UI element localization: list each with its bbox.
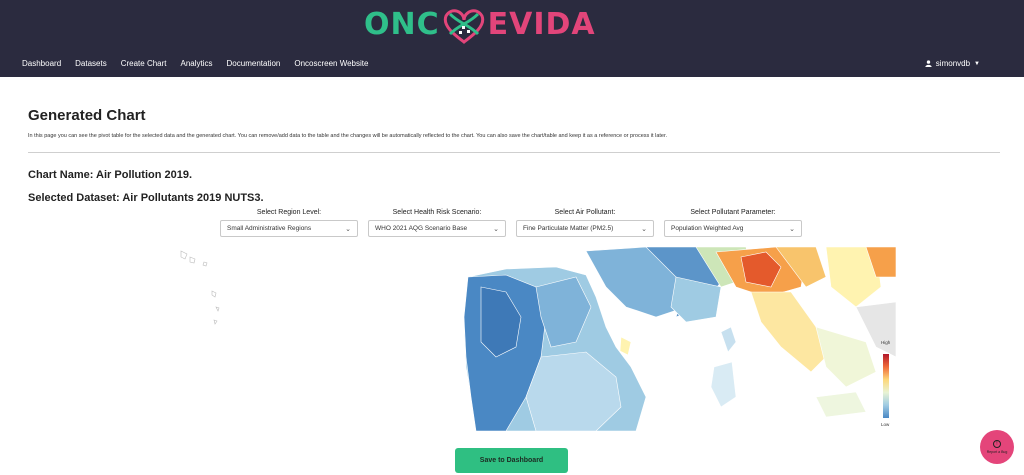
- report-bug-label: Report a Bug: [986, 450, 1008, 454]
- air-pollutant-label: Select Air Pollutant:: [554, 209, 616, 216]
- island-outline: [211, 290, 217, 298]
- island-outline: [215, 306, 220, 312]
- region-sardinia: [710, 361, 737, 408]
- region-central-italy: [750, 291, 827, 373]
- region-corsica: [720, 326, 737, 353]
- air-pollutant-select[interactable]: Fine Particulate Matter (PM2.5) ⌄: [516, 220, 654, 237]
- heart-dna-icon: [443, 9, 484, 44]
- caret-down-icon: ▼: [974, 60, 980, 67]
- region-south-italy: [815, 326, 877, 388]
- region-level-value: Small Administrative Regions: [227, 225, 312, 232]
- health-risk-selector: Select Health Risk Scenario: WHO 2021 AQ…: [368, 209, 506, 237]
- island-outline: [189, 256, 196, 264]
- nav-analytics[interactable]: Analytics: [181, 59, 213, 68]
- pollutant-parameter-label: Select Pollutant Parameter:: [690, 209, 776, 216]
- chevron-down-icon: ⌄: [641, 225, 647, 233]
- chevron-down-icon: ⌄: [345, 225, 351, 233]
- island-outline: [213, 319, 218, 325]
- brand-logo[interactable]: ONC EVIDA: [364, 2, 596, 46]
- health-risk-value: WHO 2021 AQG Scenario Base: [375, 225, 468, 232]
- page-title: Generated Chart: [28, 107, 146, 124]
- page-description: In this page you can see the pivot table…: [28, 133, 668, 139]
- pollutant-parameter-selector: Select Pollutant Parameter: Population W…: [664, 209, 802, 237]
- user-icon: [925, 60, 932, 67]
- user-menu[interactable]: simonvdb ▼: [925, 59, 980, 68]
- nav-oncoscreen-website[interactable]: Oncoscreen Website: [294, 59, 368, 68]
- nav-create-chart[interactable]: Create Chart: [121, 59, 167, 68]
- nav-datasets[interactable]: Datasets: [75, 59, 107, 68]
- top-navbar: ONC EVIDA Dashboard Datasets Create Char…: [0, 0, 1024, 77]
- region-level-select[interactable]: Small Administrative Regions ⌄: [220, 220, 358, 237]
- legend-high-label: High: [881, 340, 891, 345]
- health-risk-label: Select Health Risk Scenario:: [392, 209, 482, 216]
- pollutant-parameter-value: Population Weighted Avg: [671, 225, 744, 232]
- report-bug-button[interactable]: ! Report a Bug: [980, 430, 1014, 464]
- divider: [28, 152, 1000, 153]
- nav-dashboard[interactable]: Dashboard: [22, 59, 61, 68]
- region-sicily: [815, 391, 867, 418]
- nav-documentation[interactable]: Documentation: [227, 59, 281, 68]
- save-to-dashboard-button[interactable]: Save to Dashboard: [455, 448, 568, 473]
- region-level-label: Select Region Level:: [256, 209, 322, 216]
- brand-left-text: ONC: [364, 6, 440, 42]
- selected-dataset: Selected Dataset: Air Pollutants 2019 NU…: [28, 192, 264, 204]
- color-scale-legend: [882, 353, 890, 419]
- health-risk-select[interactable]: WHO 2021 AQG Scenario Base ⌄: [368, 220, 506, 237]
- island-outline: [202, 261, 208, 267]
- choropleth-map[interactable]: [176, 247, 896, 431]
- region-east-coast: [619, 336, 632, 356]
- air-pollutant-selector: Select Air Pollutant: Fine Particulate M…: [516, 209, 654, 237]
- chevron-down-icon: ⌄: [789, 225, 795, 233]
- main-nav: Dashboard Datasets Create Chart Analytic…: [22, 59, 382, 68]
- island-outline: [180, 250, 188, 260]
- chevron-down-icon: ⌄: [493, 225, 499, 233]
- legend-low-label: Low: [881, 422, 890, 427]
- pollutant-parameter-select[interactable]: Population Weighted Avg ⌄: [664, 220, 802, 237]
- user-name: simonvdb: [935, 59, 971, 68]
- chart-name: Chart Name: Air Pollution 2019.: [28, 169, 193, 181]
- brand-right-text: EVIDA: [487, 6, 596, 42]
- region-level-selector: Select Region Level: Small Administrativ…: [220, 209, 358, 237]
- air-pollutant-value: Fine Particulate Matter (PM2.5): [523, 225, 614, 232]
- alert-icon: !: [993, 440, 1001, 448]
